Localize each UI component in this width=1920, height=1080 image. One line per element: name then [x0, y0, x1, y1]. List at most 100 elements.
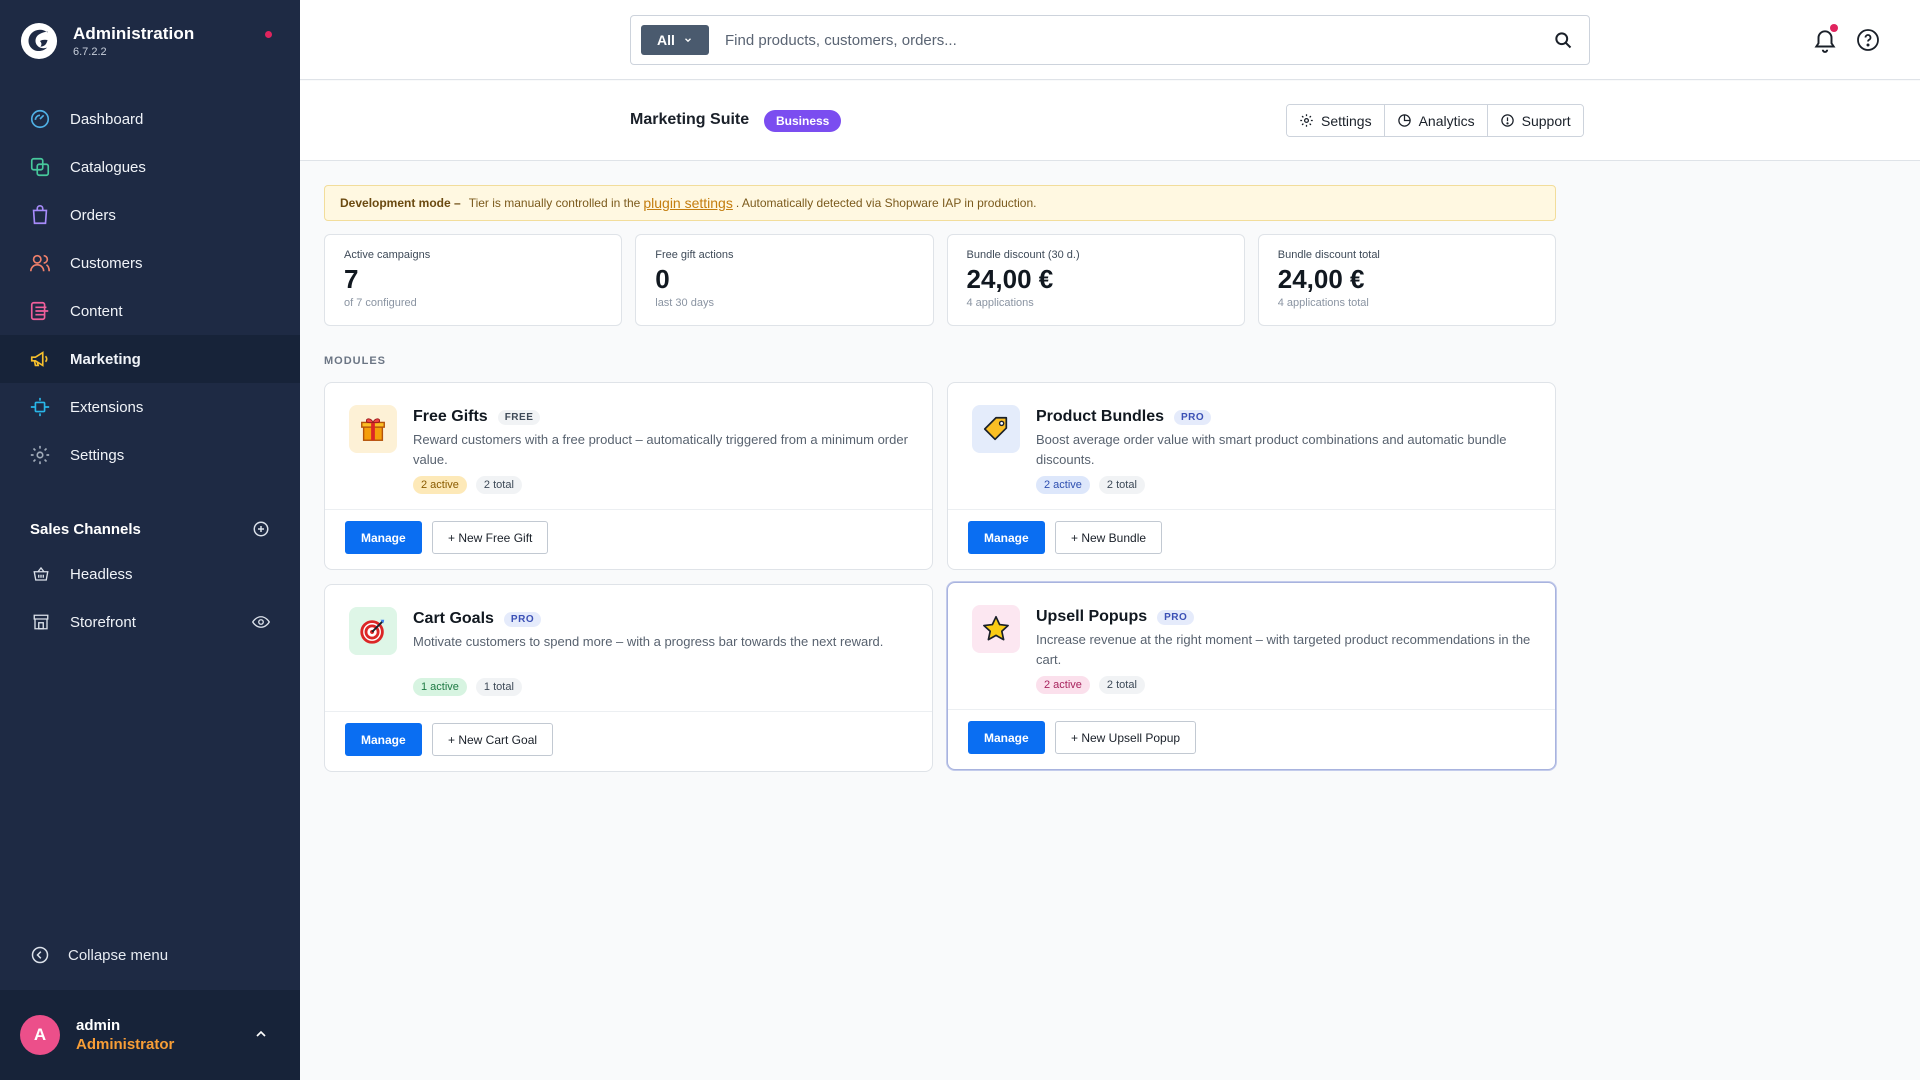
analytics-button[interactable]: Analytics — [1384, 105, 1488, 136]
manage-button[interactable]: Manage — [345, 723, 422, 756]
page-title: Marketing Suite — [630, 111, 750, 128]
search-scope-dropdown[interactable]: All — [641, 25, 709, 55]
channel-item-headless[interactable]: Headless — [0, 550, 300, 598]
basket-icon — [30, 563, 52, 585]
chevron-down-icon — [684, 38, 691, 43]
support-button[interactable]: Support — [1487, 105, 1583, 136]
stat-value: 24,00 € — [966, 264, 1054, 294]
header-button-group: Settings Analytics Support — [1286, 104, 1584, 137]
stat-card: Active campaigns 7 of 7 configured — [324, 234, 623, 326]
module-title: Product Bundles — [1036, 408, 1165, 425]
dev-banner-text-after: . Automatically detected via Shopware IA… — [735, 196, 1037, 210]
module-title-row: Product Bundles PRO — [1036, 408, 1212, 426]
manage-button[interactable]: Manage — [345, 521, 422, 554]
nav-item-catalogues[interactable]: Catalogues — [0, 143, 300, 191]
dev-mode-banner: Development mode – Tier is manually cont… — [324, 185, 1556, 221]
brand[interactable]: Administration 6.7.2.2 — [20, 22, 194, 60]
new-upsell-popup-button[interactable]: + New Upsell Popup — [1055, 721, 1197, 754]
nav-item-extensions[interactable]: Extensions — [0, 383, 300, 431]
user-menu[interactable]: A admin Administrator — [0, 990, 300, 1080]
new-cart-goal-button[interactable]: + New Cart Goal — [432, 723, 554, 756]
chevron-up-icon[interactable] — [253, 1026, 269, 1042]
user-name: admin — [76, 1017, 121, 1034]
stat-card: Free gift actions 0 last 30 days — [635, 234, 934, 326]
user-role: Administrator — [76, 1036, 175, 1053]
nav-item-settings[interactable]: Settings — [0, 431, 300, 479]
module-card-upsell-popups: Upsell Popups PRO Increase revenue at th… — [947, 582, 1556, 770]
tier-tag: PRO — [1174, 409, 1212, 425]
nav-label: Catalogues — [70, 158, 146, 176]
search-input[interactable] — [725, 31, 1553, 49]
page-header: Marketing Suite Business Settings Analyt… — [300, 81, 1920, 161]
catalogues-icon — [29, 156, 51, 178]
module-card-product-bundles: Product Bundles PRO Boost average order … — [947, 382, 1556, 570]
stat-sub: 4 applications total — [1277, 297, 1369, 309]
notification-dot — [1830, 24, 1838, 32]
tag-icon — [972, 405, 1020, 453]
settings-button-label: Settings — [1321, 112, 1372, 129]
stats-row: Active campaigns 7 of 7 configured Free … — [324, 234, 1556, 326]
gear-icon — [1300, 114, 1313, 127]
stat-sub: last 30 days — [655, 297, 714, 309]
module-card-free-gifts: Free Gifts FREE Reward customers with a … — [324, 382, 933, 570]
add-channel-icon[interactable] — [252, 520, 270, 538]
nav-item-orders[interactable]: Orders — [0, 191, 300, 239]
module-title-row: Upsell Popups PRO — [1036, 608, 1195, 626]
nav-label: Settings — [70, 446, 125, 464]
stat-card: Bundle discount total 24,00 € 4 applicat… — [1257, 234, 1556, 326]
module-description: Increase revenue at the right moment – w… — [1036, 632, 1531, 667]
manage-button[interactable]: Manage — [968, 521, 1045, 554]
support-button-label: Support — [1521, 112, 1571, 129]
nav-item-dashboard[interactable]: Dashboard — [0, 95, 300, 143]
total-count-badge: 1 total — [475, 678, 522, 696]
manage-button[interactable]: Manage — [968, 721, 1045, 754]
stat-value: 0 — [655, 264, 670, 294]
nav-item-content[interactable]: Content — [0, 287, 300, 335]
tier-tag: PRO — [1157, 609, 1195, 625]
sidebar: Administration 6.7.2.2 Dashboard Catalog… — [0, 0, 300, 1080]
help-icon[interactable] — [1856, 28, 1880, 52]
nav-item-marketing[interactable]: Marketing — [0, 335, 300, 383]
target-icon — [349, 607, 397, 655]
customers-icon — [29, 252, 51, 274]
new-bundle-button[interactable]: + New Bundle — [1055, 521, 1163, 554]
module-description: Motivate customers to spend more – with … — [413, 634, 884, 649]
stat-label: Bundle discount (30 d.) — [966, 249, 1080, 261]
tier-tag: PRO — [503, 611, 542, 627]
sales-channels-header: Sales Channels — [30, 520, 270, 538]
star-icon — [972, 605, 1020, 653]
app-version: 6.7.2.2 — [73, 46, 107, 58]
stat-card: Bundle discount (30 d.) 24,00 € 4 applic… — [946, 234, 1245, 326]
collapse-label: Collapse menu — [68, 946, 169, 964]
module-card-cart-goals: Cart Goals PRO Motivate customers to spe… — [324, 584, 933, 772]
stat-label: Bundle discount total — [1277, 249, 1380, 261]
shopware-logo-icon — [20, 22, 58, 60]
pie-chart-icon — [1397, 114, 1411, 127]
tier-badge: Business — [764, 110, 842, 132]
orders-icon — [29, 204, 51, 226]
content-icon — [29, 300, 51, 322]
channel-label: Storefront — [70, 613, 136, 631]
module-title-row: Free Gifts FREE — [413, 408, 541, 426]
module-counts: 2 active 2 total — [1036, 676, 1145, 694]
stat-label: Free gift actions — [655, 249, 734, 261]
channel-label: Headless — [70, 565, 133, 583]
module-title-row: Cart Goals PRO — [413, 610, 542, 628]
main-nav: Dashboard Catalogues Orders Customers Co… — [0, 95, 300, 479]
module-title: Cart Goals — [413, 610, 494, 627]
eye-icon[interactable] — [252, 613, 270, 631]
support-icon — [1500, 114, 1514, 127]
channel-item-storefront[interactable]: Storefront — [0, 598, 300, 646]
search-icon[interactable] — [1553, 30, 1573, 50]
avatar: A — [20, 1015, 60, 1055]
collapse-menu-button[interactable]: Collapse menu — [30, 945, 168, 965]
total-count-badge: 2 total — [1098, 476, 1145, 494]
status-dot — [265, 31, 272, 38]
plugin-settings-link[interactable]: plugin settings — [643, 195, 733, 211]
sales-channels-title: Sales Channels — [30, 520, 141, 538]
topbar: All — [300, 0, 1920, 80]
new-free-gift-button[interactable]: + New Free Gift — [432, 521, 549, 554]
nav-item-customers[interactable]: Customers — [0, 239, 300, 287]
total-count-badge: 2 total — [475, 476, 522, 494]
settings-button[interactable]: Settings — [1287, 105, 1385, 136]
